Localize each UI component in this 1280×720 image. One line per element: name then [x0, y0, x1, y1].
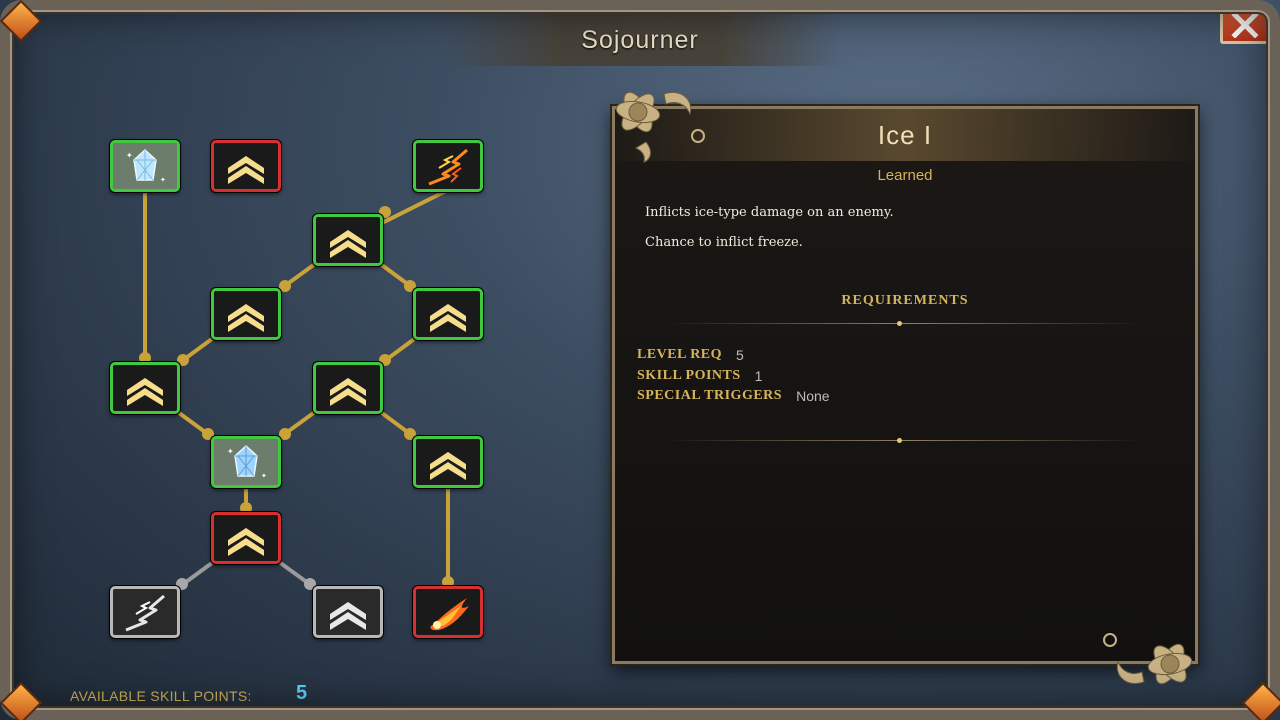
lightning-icon — [428, 148, 468, 186]
skill-node-boost-top[interactable] — [211, 140, 281, 192]
svg-text:✦: ✦ — [227, 447, 234, 456]
chevron-up-icon — [330, 602, 366, 630]
skill-node-boost-f[interactable] — [413, 436, 483, 488]
requirement-label: SKILL POINTS — [637, 368, 741, 383]
requirement-level: LEVEL REQ 5 — [637, 347, 744, 363]
chevron-up-icon — [228, 156, 264, 184]
requirement-special-triggers: SPECIAL TRIGGERS None — [637, 388, 830, 404]
close-x-icon — [1231, 12, 1259, 38]
requirement-label: LEVEL REQ — [637, 347, 723, 362]
close-button[interactable] — [1220, 6, 1270, 44]
chevron-up-icon — [330, 230, 366, 258]
fireball-icon — [430, 598, 469, 631]
divider — [665, 438, 1145, 443]
requirement-skill-points: SKILL POINTS 1 — [637, 368, 762, 384]
tree-connectors — [139, 188, 454, 614]
skill-status: Learned — [877, 167, 933, 184]
corner-ornament-icon — [1241, 681, 1280, 720]
chevron-up-icon — [430, 452, 466, 480]
divider — [665, 321, 1145, 326]
available-points-value: 5 — [296, 682, 308, 704]
skill-node-lightning-1[interactable] — [413, 140, 483, 192]
svg-text:✦: ✦ — [261, 472, 267, 480]
chevron-up-icon — [228, 528, 264, 556]
available-points-label: AVAILABLE SKILL POINTS: — [70, 688, 252, 704]
skill-node-ice-1[interactable]: ✦ ✦ — [110, 140, 180, 192]
svg-text:✦: ✦ — [126, 151, 133, 160]
skill-node-boost-h[interactable] — [313, 586, 383, 638]
skill-node-ice-2[interactable]: ✦ ✦ — [211, 436, 281, 488]
skill-node-boost-b[interactable] — [211, 288, 281, 340]
svg-text:✦: ✦ — [160, 176, 166, 184]
requirements-heading: REQUIREMENTS — [841, 293, 969, 308]
chevron-up-icon — [228, 304, 264, 332]
ornament-flower-icon — [615, 91, 705, 163]
requirement-value: 5 — [736, 347, 744, 363]
requirement-value: None — [796, 388, 830, 404]
ornament-flower-icon — [1103, 633, 1193, 685]
requirement-label: SPECIAL TRIGGERS — [637, 388, 783, 403]
skill-node-lightning-2[interactable] — [110, 586, 180, 638]
skill-name: Ice I — [877, 119, 933, 150]
skill-details-panel: Ice I Learned Inflicts ice-type damage o… — [612, 106, 1198, 664]
skill-node-fire-1[interactable] — [413, 586, 483, 638]
skill-tree: ✦ ✦ ✦ ✦ AVAILABLE SKILL POINTS: 5 — [0, 0, 600, 720]
requirement-value: 1 — [754, 368, 763, 384]
skill-description-line: Chance to inflict freeze. — [645, 235, 803, 250]
chevron-up-icon — [127, 378, 163, 406]
skill-description-line: Inflicts ice-type damage on an enemy. — [645, 205, 894, 220]
ice-crystal-icon: ✦✦ — [126, 148, 166, 184]
skill-tree-window: Sojourner ✦ ✦ ✦ ✦ AVAILABLE SKILL POINTS… — [0, 0, 1280, 720]
skill-node-boost-a[interactable] — [313, 214, 383, 266]
chevron-up-icon — [430, 304, 466, 332]
chevron-up-icon — [330, 378, 366, 406]
skill-node-boost-e[interactable] — [313, 362, 383, 414]
skill-node-boost-d[interactable] — [110, 362, 180, 414]
skill-node-boost-c[interactable] — [413, 288, 483, 340]
skill-node-boost-g[interactable] — [211, 512, 281, 564]
ice-crystal-icon: ✦✦ — [227, 444, 267, 480]
lightning-icon — [125, 594, 165, 632]
